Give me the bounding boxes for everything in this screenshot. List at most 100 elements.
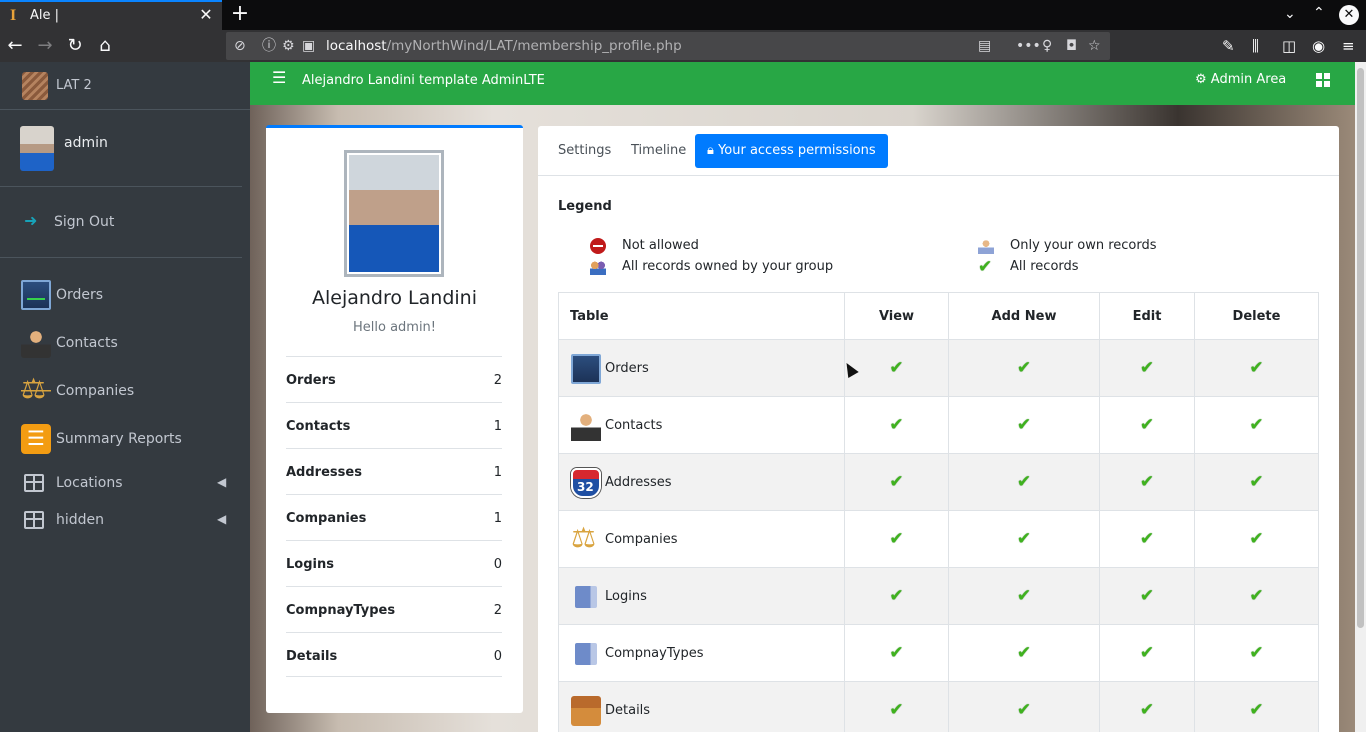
stat-value: 0 (493, 649, 502, 664)
tab-settings[interactable]: Settings (546, 134, 623, 168)
lightbulb-icon[interactable]: ♀ (1042, 37, 1052, 55)
edit-permission-check-icon (1099, 339, 1195, 397)
stat-label: Contacts (286, 419, 351, 434)
add-permission-check-icon (948, 396, 1100, 454)
add-permission-check-icon (948, 510, 1100, 568)
stat-value: 2 (493, 603, 502, 618)
legend-label: Only your own records (1010, 238, 1157, 253)
url-text[interactable]: localhost/myNorthWind/LAT/membership_pro… (326, 38, 682, 54)
sign-out-icon: ➜ (24, 211, 38, 230)
add-permission-check-icon (948, 453, 1100, 511)
table-name: Contacts (605, 417, 663, 433)
browser-tab-bar: I Ale | ✕ + ⌄ ⌃ ✕ (0, 0, 1366, 30)
sidebar-icon[interactable]: ◫ (1282, 37, 1296, 55)
legend-label: All records (1010, 259, 1079, 274)
tracking-protection-icon[interactable]: ⊘ (234, 37, 246, 55)
pocket-icon[interactable]: ◘ (1066, 37, 1077, 55)
lock-icon: 🔒︎ (707, 143, 714, 158)
stat-row: Logins 0 (286, 540, 502, 586)
chevron-up-icon[interactable]: ⌃ (1313, 5, 1325, 21)
window-close-icon[interactable]: ✕ (1339, 5, 1359, 25)
contacts-icon (571, 411, 601, 441)
forward-icon[interactable]: → (34, 35, 56, 57)
brand-link[interactable]: LAT 2 (0, 62, 250, 110)
user-name: admin (64, 135, 108, 151)
sidebar-item-orders[interactable]: Orders (0, 275, 242, 315)
url-bar[interactable]: ⊘ ⓘ ⚙ ▣ localhost/myNorthWind/LAT/member… (226, 32, 1110, 60)
sidebar-item-summary-reports[interactable]: Summary Reports (0, 419, 242, 459)
table-name: CompnayTypes (605, 645, 704, 661)
page-title[interactable]: Alejandro Landini template AdminLTE (302, 73, 545, 89)
stat-value: 1 (493, 511, 502, 526)
legend-label: All records owned by your group (622, 259, 834, 274)
chevron-left-icon: ◀ (217, 475, 227, 489)
reader-icon[interactable]: ▤ (978, 37, 991, 55)
more-icon[interactable]: ••• (1016, 37, 1041, 55)
tab-timeline[interactable]: Timeline (619, 134, 698, 168)
browser-nav-bar: ← → ↻ ⌂ ⊘ ⓘ ⚙ ▣ localhost/myNorthWind/LA… (0, 30, 1366, 62)
table-row: Contacts (558, 396, 1319, 454)
account-icon[interactable]: ◉ (1312, 37, 1325, 55)
admin-area-label: Admin Area (1210, 72, 1287, 87)
grid-icon[interactable] (1316, 73, 1330, 87)
sidebar-item-contacts[interactable]: Contacts (0, 323, 242, 363)
stat-label: Orders (286, 373, 336, 388)
sidebar-item-locations[interactable]: Locations ◀ (0, 463, 242, 503)
stat-row: CompnayTypes 2 (286, 586, 502, 632)
table-name-cell: Companies (558, 510, 845, 568)
sidebar-item-label: hidden (56, 512, 105, 528)
info-icon[interactable]: ⓘ (262, 37, 276, 55)
sidebar-divider (0, 257, 242, 258)
sign-out-link[interactable]: ➜ Sign Out (0, 210, 242, 234)
user-panel[interactable]: admin (0, 111, 242, 187)
sidebar-item-hidden[interactable]: hidden ◀ (0, 500, 242, 540)
url-path: /myNorthWind/LAT/membership_profile.php (386, 38, 682, 54)
table-name-cell: Details (558, 681, 845, 732)
view-permission-check-icon (844, 339, 949, 397)
permissions-icon[interactable]: ⚙ (282, 37, 295, 55)
browser-tab[interactable]: I Ale | ✕ (0, 0, 222, 30)
reload-icon[interactable]: ↻ (64, 35, 86, 57)
sidebar: LAT 2 admin ➜ Sign Out Orders Contacts C… (0, 62, 250, 732)
tab-access-permissions[interactable]: 🔒︎ Your access permissions (695, 134, 888, 168)
group-icon (590, 259, 606, 275)
view-permission-check-icon (844, 453, 949, 511)
hamburger-icon[interactable]: ☰ (272, 70, 286, 86)
table-name-cell: Logins (558, 567, 845, 625)
stat-value: 2 (493, 373, 502, 388)
scrollbar-thumb[interactable] (1357, 68, 1364, 628)
addresses-icon (571, 468, 601, 498)
table-name-cell: Addresses (558, 453, 845, 511)
table-row: Details (558, 681, 1319, 732)
tab-bar: Settings Timeline 🔒︎ Your access permiss… (538, 126, 1339, 176)
close-tab-icon[interactable]: ✕ (198, 7, 214, 23)
table-name-cell: Contacts (558, 396, 845, 454)
stat-label: CompnayTypes (286, 603, 396, 618)
home-icon[interactable]: ⌂ (94, 35, 116, 57)
page-scrollbar[interactable] (1355, 62, 1366, 732)
delete-permission-check-icon (1194, 681, 1319, 732)
delete-permission-check-icon (1194, 396, 1319, 454)
delete-permission-check-icon (1194, 453, 1319, 511)
stat-label: Companies (286, 511, 367, 526)
star-icon[interactable]: ☆ (1088, 37, 1101, 55)
divider (286, 676, 502, 677)
column-header: Table (558, 292, 845, 340)
table-row: Addresses (558, 453, 1319, 511)
stat-row: Contacts 1 (286, 402, 502, 448)
chevron-down-icon[interactable]: ⌄ (1284, 6, 1296, 22)
back-icon[interactable]: ← (4, 35, 26, 57)
menu-icon[interactable]: ≡ (1342, 37, 1355, 55)
stat-label: Details (286, 649, 338, 664)
table-name: Companies (605, 531, 678, 547)
brand-logo-icon (22, 72, 48, 100)
sidebar-item-companies[interactable]: Companies (0, 371, 242, 411)
checkmark-icon (978, 259, 994, 275)
wrench-icon[interactable]: ✎ (1222, 37, 1235, 55)
new-tab-icon[interactable]: + (230, 3, 250, 25)
orders-icon (21, 280, 51, 310)
library-icon[interactable]: ⫼ (1252, 37, 1259, 55)
view-permission-check-icon (844, 567, 949, 625)
admin-area-link[interactable]: ⚙ Admin Area (1195, 72, 1286, 88)
view-permission-check-icon (844, 396, 949, 454)
